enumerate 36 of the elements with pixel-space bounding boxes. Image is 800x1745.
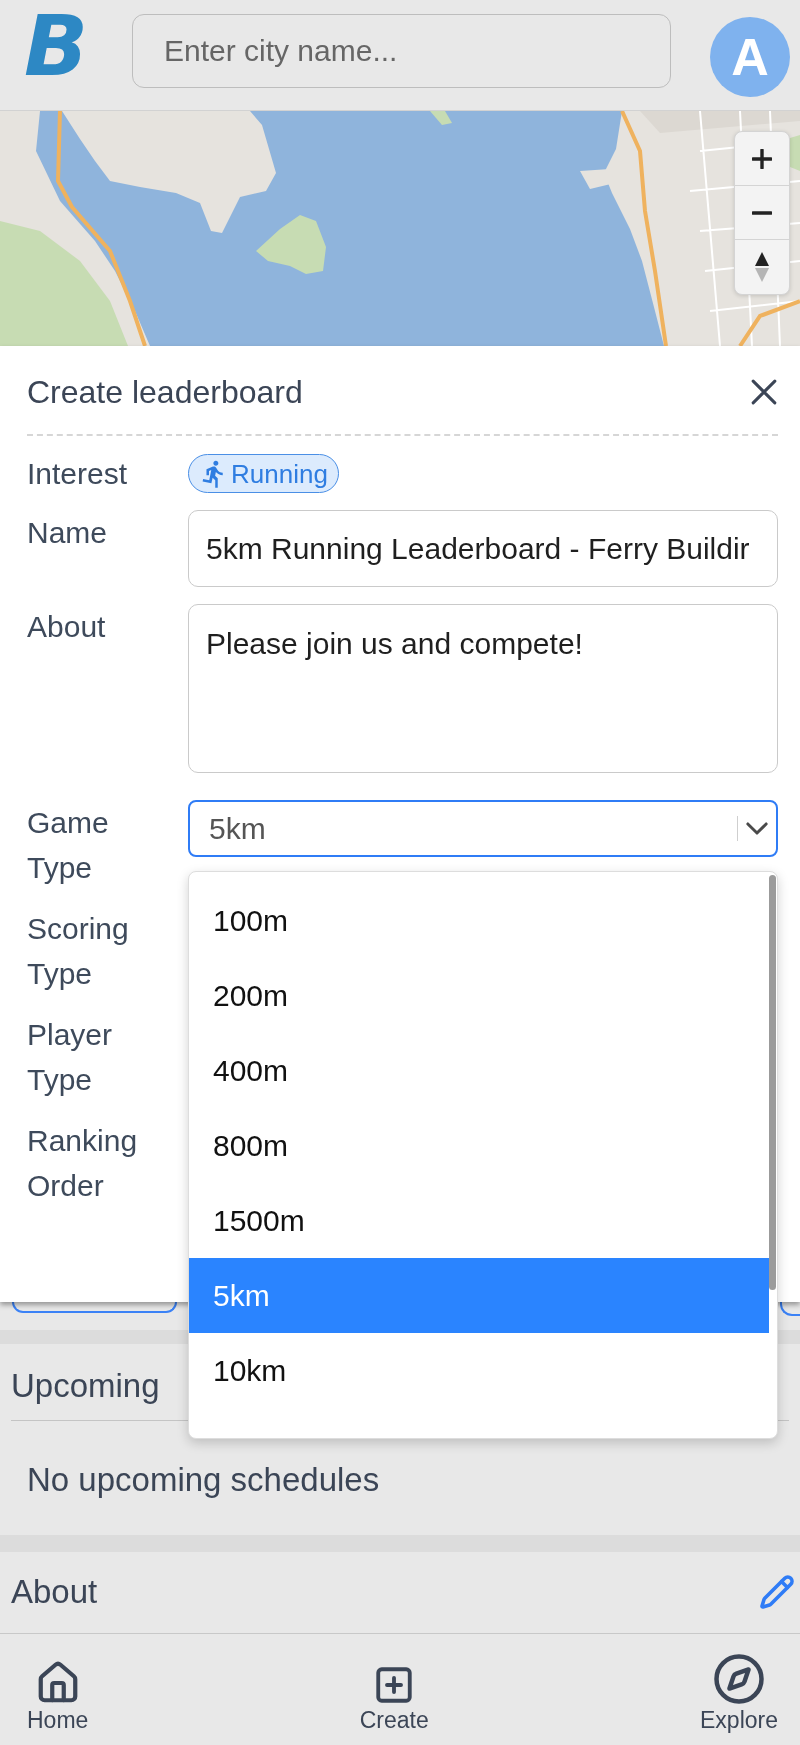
compass-icon xyxy=(712,1652,766,1706)
field-label: Game Type xyxy=(27,805,110,886)
dropdown-option[interactable]: 5km xyxy=(189,1258,769,1333)
field-label: About xyxy=(27,609,107,645)
pencil-icon[interactable] xyxy=(759,1574,795,1610)
close-icon xyxy=(751,379,777,405)
close-button[interactable] xyxy=(750,378,778,406)
field-label: Scoring Type xyxy=(27,911,130,992)
chevron-down-icon xyxy=(746,822,768,835)
dropdown-option[interactable]: 1500m xyxy=(189,1183,769,1258)
partly-hidden-button[interactable] xyxy=(12,1302,177,1313)
text-area[interactable]: Please join us and compete! xyxy=(188,604,778,773)
field-label: Ranking Order xyxy=(27,1123,139,1204)
search-field[interactable]: Enter city name... xyxy=(132,14,671,88)
text-field[interactable]: 5km Running Leaderboard - Ferry Buildir xyxy=(188,510,778,587)
nav-item[interactable]: Home xyxy=(27,1660,89,1734)
scrollbar-thumb[interactable] xyxy=(769,875,776,1290)
section-title: Upcoming xyxy=(11,1366,160,1406)
select-field[interactable]: 5km xyxy=(188,800,778,857)
nav-item[interactable]: Explore xyxy=(700,1652,778,1734)
dropdown-option[interactable]: 800m xyxy=(189,1108,769,1183)
section-title: About xyxy=(11,1572,98,1612)
dropdown-option[interactable]: 200m xyxy=(189,958,769,1033)
field-label: Interest xyxy=(27,456,129,492)
dropdown-option[interactable]: 10km xyxy=(189,1333,769,1408)
dropdown-option[interactable]: 100m xyxy=(189,883,769,958)
compass-needle-icon xyxy=(755,252,769,282)
field-label: Name xyxy=(27,515,109,551)
nav-item[interactable]: Create xyxy=(359,1664,429,1734)
field-label: Player Type xyxy=(27,1017,114,1098)
plus-icon xyxy=(752,148,772,169)
empty-message: No upcoming schedules xyxy=(27,1460,381,1500)
dropdown-option[interactable]: 400m xyxy=(189,1033,769,1108)
minus-icon xyxy=(752,210,772,215)
dialog-title: Create leaderboard xyxy=(27,373,303,412)
partly-hidden-button[interactable] xyxy=(780,1302,800,1316)
